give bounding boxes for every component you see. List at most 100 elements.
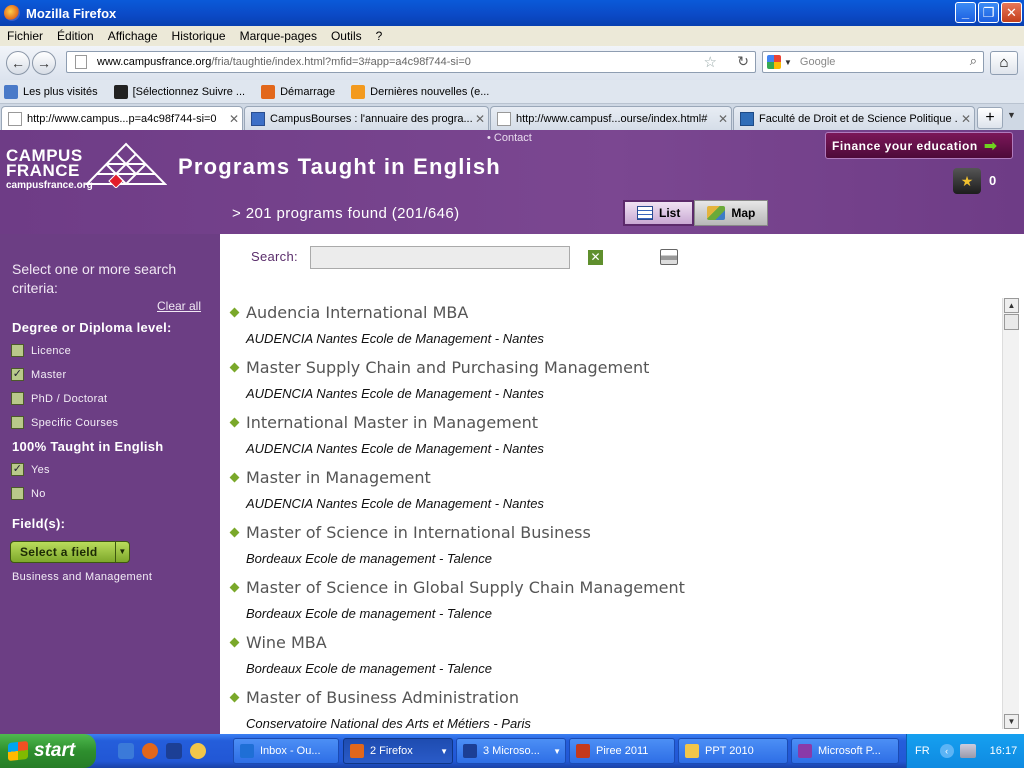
checkbox[interactable] bbox=[11, 487, 24, 500]
results-scrollbar[interactable]: ▲ ▼ bbox=[1002, 298, 1019, 729]
bookmark-item[interactable]: [Sélectionnez Suivre ... bbox=[113, 84, 245, 99]
firefox-quicklaunch-icon[interactable] bbox=[142, 743, 158, 759]
program-name[interactable]: Wine MBA bbox=[246, 633, 327, 652]
english-option-no[interactable]: No bbox=[11, 487, 46, 500]
taskbar-button[interactable]: Inbox - Ou... bbox=[233, 738, 339, 764]
close-tab-icon[interactable]: ✕ bbox=[958, 112, 974, 126]
tab-faculte-droit[interactable]: Faculté de Droit et de Science Politique… bbox=[733, 106, 975, 130]
program-result[interactable]: Master of Science in Global Supply Chain… bbox=[228, 578, 988, 628]
scroll-down-icon[interactable]: ▼ bbox=[1004, 714, 1019, 729]
program-name[interactable]: Master of Business Administration bbox=[246, 688, 519, 707]
bookmark-star-icon[interactable]: ☆ bbox=[704, 53, 717, 71]
taskbar-button[interactable]: 2 Firefox ▼ bbox=[343, 738, 453, 764]
programs-found-count: > 201 programs found (201/646) bbox=[232, 205, 460, 222]
search-engine-dropdown-icon[interactable]: ▼ bbox=[784, 58, 792, 67]
close-tab-icon[interactable]: ✕ bbox=[226, 112, 242, 126]
url-text[interactable]: www.campusfrance.org/fria/taughtie/index… bbox=[97, 56, 471, 68]
taskbar-button[interactable]: 3 Microso... ▼ bbox=[456, 738, 566, 764]
menu-fichier[interactable]: Fichier bbox=[0, 29, 50, 43]
url-bar[interactable]: www.campusfrance.org/fria/taughtie/index… bbox=[66, 51, 756, 73]
network-icon[interactable] bbox=[959, 744, 976, 758]
tray-expand-icon[interactable]: ‹ bbox=[939, 744, 954, 758]
clear-all-link[interactable]: Clear all bbox=[157, 299, 201, 313]
program-result[interactable]: Master of Business Administration Conserv… bbox=[228, 688, 988, 734]
list-view-button[interactable]: List bbox=[623, 200, 695, 226]
select-field-button[interactable]: Select a field ▼ bbox=[10, 541, 130, 563]
app-icon bbox=[576, 744, 590, 758]
map-view-button[interactable]: Map bbox=[694, 200, 769, 226]
new-tab-button[interactable]: + bbox=[977, 107, 1003, 129]
basket-icon[interactable]: ★ bbox=[953, 168, 981, 194]
contact-link[interactable]: • Contact bbox=[487, 132, 532, 144]
maximize-button[interactable]: ❐ bbox=[978, 2, 999, 23]
campus-france-logo[interactable]: CAMPUS FRANCE bbox=[6, 147, 83, 179]
bookmark-item[interactable]: Démarrage bbox=[261, 84, 335, 99]
finance-your-education-button[interactable]: Finance your education ➡ bbox=[825, 132, 1013, 159]
menu-help[interactable]: ? bbox=[369, 29, 390, 43]
program-search-input[interactable] bbox=[310, 246, 570, 269]
reload-icon[interactable]: ↻ bbox=[737, 53, 749, 70]
search-icon[interactable]: ⌕ bbox=[970, 53, 977, 69]
program-name[interactable]: International Master in Management bbox=[246, 413, 538, 432]
checkbox-checked[interactable]: ✓ bbox=[11, 463, 24, 476]
language-indicator[interactable]: FR bbox=[915, 745, 930, 757]
program-name[interactable]: Master of Science in Global Supply Chain… bbox=[246, 578, 685, 597]
program-name[interactable]: Master in Management bbox=[246, 468, 431, 487]
taskbar-button[interactable]: Microsoft P... bbox=[791, 738, 899, 764]
home-button[interactable]: ⌂ bbox=[990, 51, 1018, 75]
degree-option-specific-courses[interactable]: Specific Courses bbox=[11, 416, 118, 429]
degree-option-licence[interactable]: Licence bbox=[11, 344, 71, 357]
menu-marque-pages[interactable]: Marque-pages bbox=[233, 29, 324, 43]
close-tab-icon[interactable]: ✕ bbox=[472, 112, 488, 126]
program-school: AUDENCIA Nantes Ecole de Management - Na… bbox=[246, 331, 544, 346]
program-result[interactable]: Master of Science in International Busin… bbox=[228, 523, 988, 573]
forward-button[interactable]: → bbox=[32, 51, 56, 75]
ie-quicklaunch-icon[interactable] bbox=[118, 743, 134, 759]
program-result[interactable]: Audencia International MBA AUDENCIA Nante… bbox=[228, 303, 988, 353]
menu-affichage[interactable]: Affichage bbox=[101, 29, 165, 43]
back-button[interactable]: ← bbox=[6, 51, 30, 75]
taskbar-button-label: 2 Firefox bbox=[370, 745, 413, 757]
basket-count: 0 bbox=[989, 173, 997, 188]
tab-list-dropdown-icon[interactable]: ▼ bbox=[1007, 110, 1016, 120]
degree-option-phd[interactable]: PhD / Doctorat bbox=[11, 392, 107, 405]
chevron-down-icon[interactable]: ▼ bbox=[115, 542, 129, 562]
bookmark-item[interactable]: Les plus visités bbox=[4, 84, 98, 99]
menu-edition[interactable]: Édition bbox=[50, 29, 101, 43]
checkbox[interactable] bbox=[11, 392, 24, 405]
checkbox[interactable] bbox=[11, 344, 24, 357]
close-window-button[interactable]: ✕ bbox=[1001, 2, 1022, 23]
program-name[interactable]: Master Supply Chain and Purchasing Manag… bbox=[246, 358, 649, 377]
start-button[interactable]: start bbox=[0, 734, 96, 768]
program-result[interactable]: Wine MBA Bordeaux Ecole de management - T… bbox=[228, 633, 988, 683]
close-tab-icon[interactable]: ✕ bbox=[715, 112, 731, 126]
word-quicklaunch-icon[interactable] bbox=[166, 743, 182, 759]
media-quicklaunch-icon[interactable] bbox=[190, 743, 206, 759]
menu-outils[interactable]: Outils bbox=[324, 29, 369, 43]
program-result[interactable]: International Master in Management AUDENC… bbox=[228, 413, 988, 463]
google-icon[interactable] bbox=[767, 55, 781, 69]
tab-campusf-course[interactable]: http://www.campusf...ourse/index.html# ✕ bbox=[490, 106, 732, 130]
web-search-box[interactable]: ▼ Google ⌕ bbox=[762, 51, 984, 73]
tab-campusbourses[interactable]: CampusBourses : l'annuaire des progra...… bbox=[244, 106, 489, 130]
clear-search-icon[interactable]: ✕ bbox=[588, 250, 603, 265]
minimize-button[interactable]: _ bbox=[955, 2, 976, 23]
bullet-diamond-icon bbox=[229, 582, 240, 593]
bookmark-item[interactable]: Dernières nouvelles (e... bbox=[351, 84, 489, 99]
checkbox[interactable] bbox=[11, 416, 24, 429]
print-icon[interactable] bbox=[660, 249, 678, 265]
degree-option-master[interactable]: ✓ Master bbox=[11, 368, 66, 381]
program-result[interactable]: Master Supply Chain and Purchasing Manag… bbox=[228, 358, 988, 408]
program-result[interactable]: Master in Management AUDENCIA Nantes Ecol… bbox=[228, 468, 988, 518]
taskbar-button[interactable]: Piree 2011 bbox=[569, 738, 675, 764]
scroll-up-icon[interactable]: ▲ bbox=[1004, 298, 1019, 313]
menu-historique[interactable]: Historique bbox=[165, 29, 233, 43]
checkbox-checked[interactable]: ✓ bbox=[11, 368, 24, 381]
program-name[interactable]: Audencia International MBA bbox=[246, 303, 468, 322]
tab-campusfrance[interactable]: http://www.campus...p=a4c98f744-si=0 ✕ bbox=[1, 106, 243, 130]
taskbar-button[interactable]: PPT 2010 bbox=[678, 738, 788, 764]
program-name[interactable]: Master of Science in International Busin… bbox=[246, 523, 591, 542]
scroll-thumb[interactable] bbox=[1004, 314, 1019, 330]
bullet-diamond-icon bbox=[229, 362, 240, 373]
english-option-yes[interactable]: ✓ Yes bbox=[11, 463, 50, 476]
